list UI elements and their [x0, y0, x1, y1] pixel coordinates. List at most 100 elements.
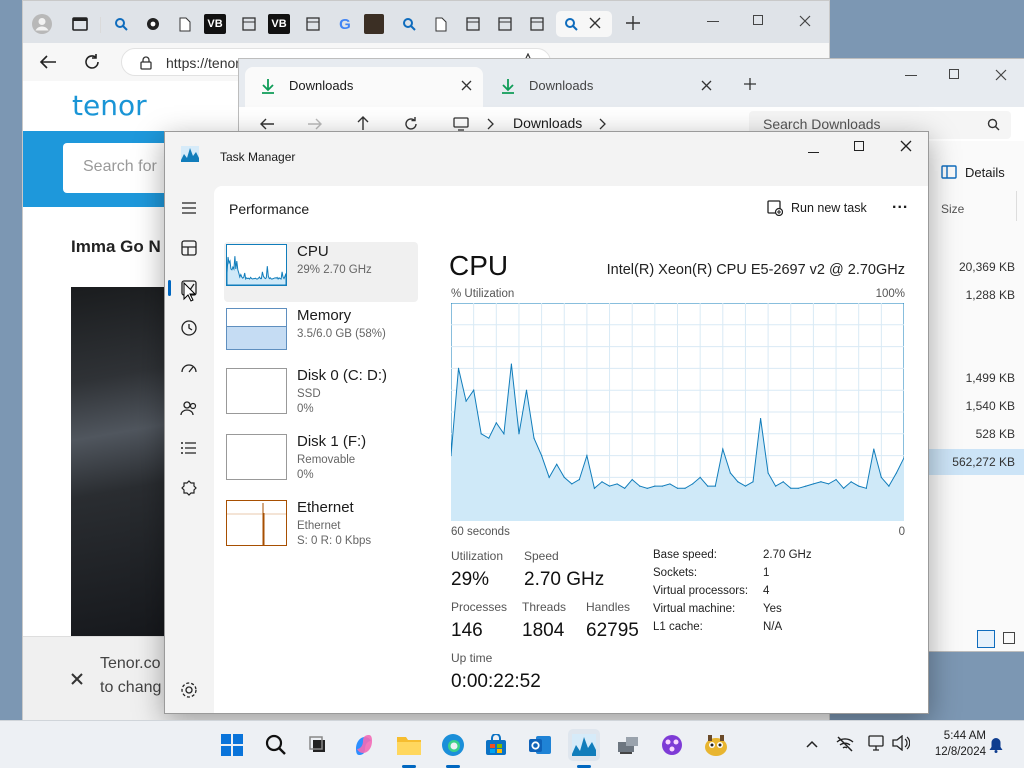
details-pane-icon[interactable]	[941, 165, 957, 179]
cpu-data-point	[533, 437, 535, 439]
details-view-icon[interactable]	[977, 630, 995, 648]
device-manager-icon[interactable]	[612, 729, 644, 761]
resource-item-ethernet[interactable]: Ethernet Ethernet S: 0 R: 0 Kbps	[224, 498, 418, 558]
cookie-text-line2: to chang	[100, 679, 162, 696]
outlook-icon[interactable]	[524, 729, 556, 761]
processes-icon[interactable]	[179, 238, 199, 258]
refresh-icon[interactable]	[83, 53, 101, 71]
close-window-icon[interactable]	[995, 69, 1007, 81]
explorer-tab-downloads[interactable]: Downloads	[485, 67, 723, 107]
close-window-icon[interactable]	[900, 140, 912, 152]
resource-name: Ethernet	[297, 499, 354, 516]
notification-bell-icon[interactable]	[989, 737, 1003, 753]
startup-apps-icon[interactable]	[179, 358, 199, 378]
maximize-icon[interactable]	[949, 69, 959, 79]
resource-item-memory[interactable]: Memory 3.5/6.0 GB (58%)	[224, 306, 418, 366]
copilot-icon[interactable]	[348, 729, 380, 761]
resource-item-disk0[interactable]: Disk 0 (C: D:) SSD 0%	[224, 366, 418, 426]
details-list-icon[interactable]	[179, 438, 199, 458]
back-arrow-icon[interactable]	[259, 116, 275, 132]
browser-tab-document[interactable]	[172, 11, 198, 37]
volume-icon[interactable]	[892, 735, 910, 751]
tenor-logo[interactable]: tenor	[72, 89, 147, 122]
browser-tab-window[interactable]	[236, 11, 262, 37]
edge-browser-icon[interactable]	[437, 729, 469, 761]
minimize-icon[interactable]	[707, 21, 719, 22]
up-arrow-icon[interactable]	[355, 115, 371, 131]
resource-item-disk1[interactable]: Disk 1 (F:) Removable 0%	[224, 432, 418, 492]
close-tab-icon[interactable]	[461, 80, 472, 91]
file-size: 1,540 KB	[965, 399, 1015, 413]
stat-label: Threads	[522, 600, 567, 614]
browser-tab-vb[interactable]: VB	[268, 14, 290, 34]
browser-tab-settings[interactable]	[140, 11, 166, 37]
tab-actions-icon[interactable]	[67, 11, 93, 37]
breadcrumb-downloads[interactable]: Downloads	[513, 115, 582, 131]
cpu-data-point	[888, 485, 890, 487]
clock-time[interactable]: 5:44 AM	[926, 730, 986, 742]
spec-key: Virtual processors:	[653, 585, 749, 597]
search-icon[interactable]	[260, 729, 292, 761]
chevron-right-icon[interactable]	[599, 118, 607, 130]
browser-tab-terminal[interactable]	[364, 14, 384, 34]
profile-icon[interactable]	[29, 11, 55, 37]
start-windows-icon[interactable]	[216, 729, 248, 761]
close-tab-icon[interactable]	[589, 17, 601, 29]
cpu-data-point	[465, 400, 467, 402]
chevron-up-icon[interactable]	[806, 740, 818, 748]
close-window-icon[interactable]	[799, 15, 811, 27]
app-launcher-icon[interactable]	[656, 729, 688, 761]
google-icon[interactable]: G	[332, 11, 358, 37]
browser-tab-vb[interactable]: VB	[204, 14, 226, 34]
minimize-icon[interactable]	[808, 152, 819, 153]
store-icon[interactable]	[480, 729, 512, 761]
browser-tab-window[interactable]	[524, 11, 550, 37]
browser-tab-active-search[interactable]	[556, 11, 612, 37]
resource-item-cpu[interactable]: CPU 29% 2.70 GHz	[224, 242, 418, 302]
chevron-right-icon[interactable]	[487, 118, 495, 130]
maximize-icon[interactable]	[854, 141, 864, 151]
cpu-data-point	[722, 448, 724, 450]
close-banner-icon[interactable]	[71, 673, 83, 685]
cpu-data-point	[767, 472, 769, 474]
new-tab-icon[interactable]	[744, 78, 756, 90]
display-icon[interactable]	[868, 735, 886, 751]
services-icon[interactable]	[179, 478, 199, 498]
size-column-header[interactable]: Size	[941, 202, 964, 216]
stat-handles: 62795	[586, 620, 639, 641]
settings-gear-icon[interactable]	[179, 680, 199, 700]
minimize-icon[interactable]	[905, 75, 917, 76]
this-pc-icon[interactable]	[453, 117, 469, 131]
users-icon[interactable]	[179, 398, 199, 418]
details-button[interactable]: Details	[965, 165, 1005, 180]
gimp-icon[interactable]	[700, 729, 732, 761]
file-explorer-icon[interactable]	[393, 729, 425, 761]
browser-tab-search[interactable]	[396, 11, 422, 37]
back-arrow-icon[interactable]	[39, 53, 57, 71]
browser-tab-document[interactable]	[428, 11, 454, 37]
clock-date[interactable]: 12/8/2024	[920, 746, 986, 758]
task-manager-taskbar-icon[interactable]	[568, 729, 600, 761]
close-tab-icon[interactable]	[701, 80, 712, 91]
run-new-task-icon[interactable]	[767, 200, 783, 216]
tiles-view-icon[interactable]	[1003, 632, 1015, 644]
browser-tab-window[interactable]	[460, 11, 486, 37]
browser-tab-search[interactable]	[108, 11, 134, 37]
task-view-icon[interactable]	[302, 729, 334, 761]
tab-separator	[100, 17, 101, 33]
file-size-selected: 562,272 KB	[952, 455, 1015, 469]
cpu-data-point	[812, 483, 814, 485]
refresh-icon[interactable]	[403, 116, 419, 132]
browser-tab-google[interactable]	[305, 11, 331, 37]
new-tab-icon[interactable]	[625, 15, 641, 31]
explorer-tab-downloads-active[interactable]: Downloads	[245, 67, 483, 107]
run-new-task-button[interactable]: Run new task	[791, 201, 867, 215]
browser-tab-window[interactable]	[492, 11, 518, 37]
forward-arrow-icon[interactable]	[307, 116, 323, 132]
app-history-icon[interactable]	[179, 318, 199, 338]
maximize-icon[interactable]	[753, 15, 763, 25]
network-offline-icon[interactable]	[836, 736, 854, 752]
more-options-button[interactable]: ...	[892, 195, 908, 213]
cpu-data-point	[661, 485, 663, 487]
hamburger-menu-icon[interactable]	[179, 198, 199, 218]
